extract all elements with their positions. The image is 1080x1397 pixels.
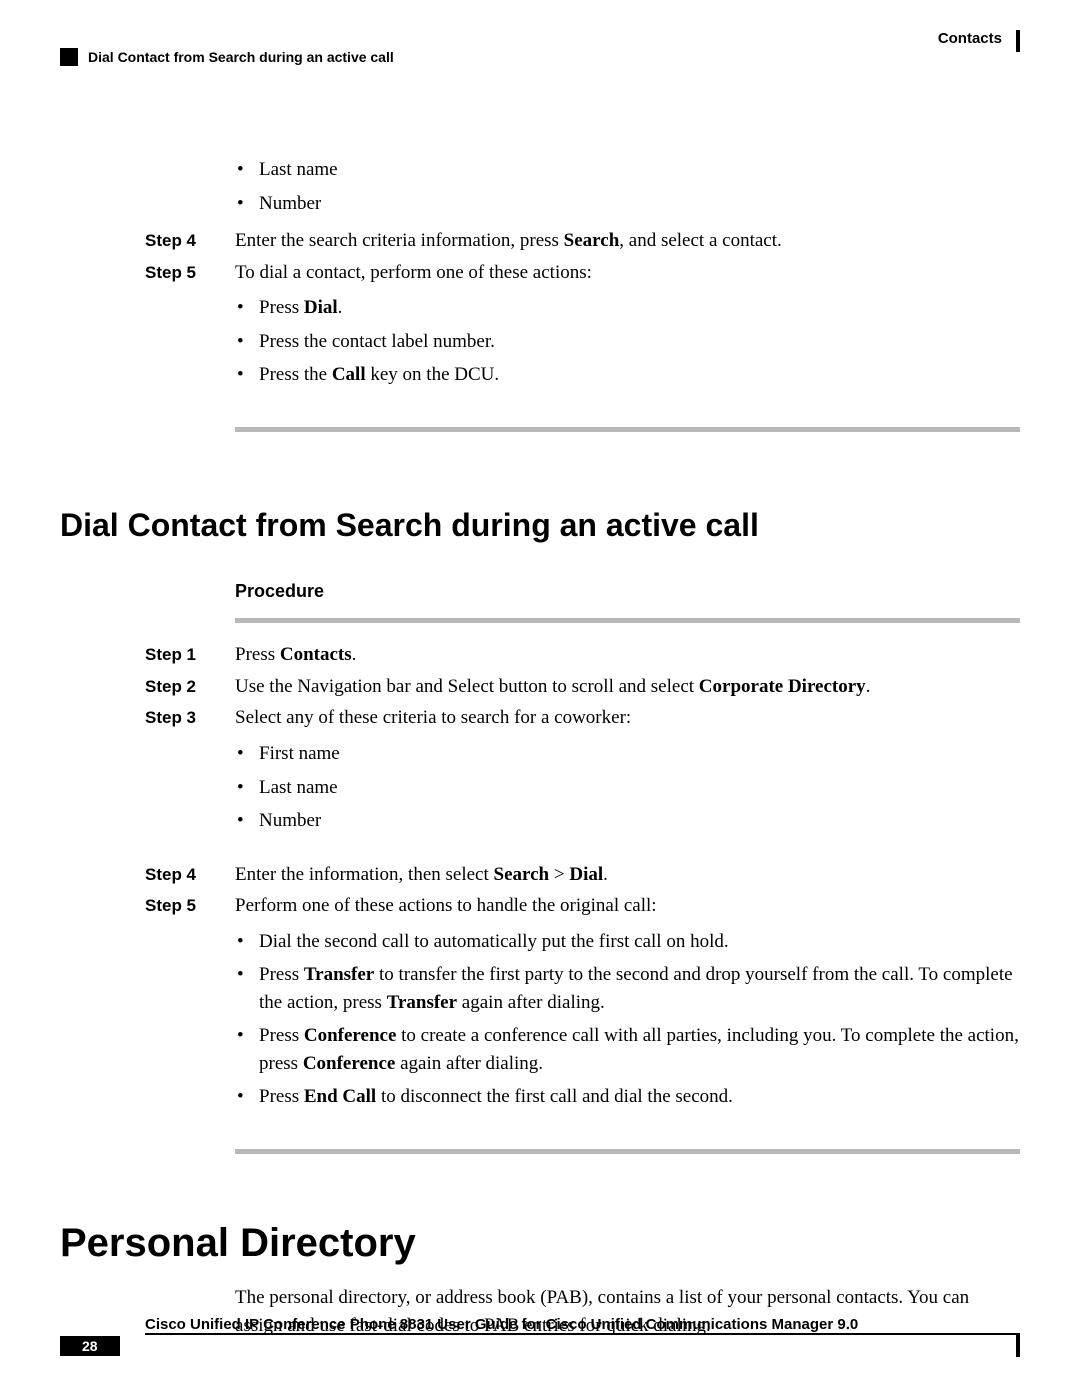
divider bbox=[235, 427, 1020, 432]
list-item: Press Dial. bbox=[235, 294, 1020, 322]
text: Press bbox=[259, 1025, 304, 1046]
text: key on the DCU. bbox=[366, 364, 500, 385]
step-row: Step 5 To dial a contact, perform one of… bbox=[145, 259, 1020, 399]
bold-text: End Call bbox=[304, 1086, 376, 1107]
bold-text: Dial bbox=[569, 864, 603, 885]
bold-text: Contacts bbox=[280, 644, 352, 665]
step-body: Select any of these criteria to search f… bbox=[235, 704, 1020, 844]
divider bbox=[235, 618, 1020, 623]
footer-bar-icon bbox=[1016, 1335, 1020, 1357]
h1-heading: Personal Directory bbox=[60, 1214, 1020, 1272]
step-body: Enter the information, then select Searc… bbox=[235, 861, 1020, 889]
step-row: Step 2 Use the Navigation bar and Select… bbox=[145, 673, 1020, 701]
content-area: Last name Number Step 4 Enter the search… bbox=[145, 156, 1020, 1339]
step-label: Step 1 bbox=[145, 641, 235, 669]
running-header-right: Contacts bbox=[938, 30, 1020, 52]
bold-text: Search bbox=[494, 864, 550, 885]
step-row: Step 5 Perform one of these actions to h… bbox=[145, 892, 1020, 1121]
bold-text: Corporate Directory bbox=[699, 676, 866, 697]
text: Press bbox=[235, 644, 280, 665]
running-header-left: Dial Contact from Search during an activ… bbox=[60, 48, 394, 66]
step5-bullets: Press Dial. Press the contact label numb… bbox=[235, 294, 1020, 389]
footer-row: 28 bbox=[60, 1335, 1020, 1357]
list-item: Last name bbox=[235, 156, 1020, 184]
text: Press bbox=[259, 964, 304, 985]
bold-text: Transfer bbox=[387, 992, 457, 1013]
step-label: Step 4 bbox=[145, 227, 235, 255]
header-bar-icon bbox=[1016, 30, 1020, 52]
step-label: Step 5 bbox=[145, 259, 235, 399]
step-row: Step 1 Press Contacts. bbox=[145, 641, 1020, 669]
text: again after dialing. bbox=[395, 1053, 543, 1074]
step-label: Step 4 bbox=[145, 861, 235, 889]
step-body: Perform one of these actions to handle t… bbox=[235, 892, 1020, 1121]
page-number: 28 bbox=[60, 1336, 120, 1356]
text: . bbox=[603, 864, 608, 885]
list-item: Number bbox=[235, 190, 1020, 218]
bold-text: Call bbox=[332, 364, 366, 385]
top-continuation: Last name Number bbox=[235, 156, 1020, 217]
breadcrumb: Contacts bbox=[938, 30, 1002, 47]
step-body: Enter the search criteria information, p… bbox=[235, 227, 1020, 255]
text: Press bbox=[259, 1086, 304, 1107]
step-label: Step 5 bbox=[145, 892, 235, 1121]
list-item: Number bbox=[235, 807, 1020, 835]
text: . bbox=[338, 297, 343, 318]
page-header: Dial Contact from Search during an activ… bbox=[60, 30, 1020, 66]
list-item: First name bbox=[235, 740, 1020, 768]
footer-doc-title: Cisco Unified IP Conference Phone 8831 U… bbox=[145, 1316, 1020, 1333]
list-item: Last name bbox=[235, 774, 1020, 802]
text: Use the Navigation bar and Select button… bbox=[235, 676, 699, 697]
step-label: Step 3 bbox=[145, 704, 235, 844]
running-title: Dial Contact from Search during an activ… bbox=[88, 49, 394, 65]
text: to disconnect the first call and dial th… bbox=[376, 1086, 733, 1107]
bold-text: Transfer bbox=[304, 964, 374, 985]
list-item: Press Conference to create a conference … bbox=[235, 1022, 1020, 1077]
step-row: Step 4 Enter the information, then selec… bbox=[145, 861, 1020, 889]
bold-text: Conference bbox=[304, 1025, 397, 1046]
top-steps: Step 4 Enter the search criteria informa… bbox=[145, 227, 1020, 399]
divider bbox=[235, 1149, 1020, 1154]
step5-bullets: Dial the second call to automatically pu… bbox=[235, 928, 1020, 1111]
text: . bbox=[866, 676, 871, 697]
list-item: Press the contact label number. bbox=[235, 328, 1020, 356]
text: Enter the search criteria information, p… bbox=[235, 230, 564, 251]
procedure-label: Procedure bbox=[235, 578, 1020, 604]
header-marker-icon bbox=[60, 48, 78, 66]
page: Dial Contact from Search during an activ… bbox=[0, 0, 1080, 1397]
text: Select any of these criteria to search f… bbox=[235, 707, 631, 728]
step-body: Use the Navigation bar and Select button… bbox=[235, 673, 1020, 701]
bold-text: Dial bbox=[304, 297, 338, 318]
step-row: Step 4 Enter the search criteria informa… bbox=[145, 227, 1020, 255]
text: Perform one of these actions to handle t… bbox=[235, 895, 657, 916]
text: . bbox=[352, 644, 357, 665]
step-label: Step 2 bbox=[145, 673, 235, 701]
text: Enter the information, then select bbox=[235, 864, 494, 885]
section-heading: Dial Contact from Search during an activ… bbox=[60, 502, 1020, 548]
text: Press bbox=[259, 297, 304, 318]
list-item: Press End Call to disconnect the first c… bbox=[235, 1083, 1020, 1111]
text: , and select a contact. bbox=[619, 230, 781, 251]
step3-bullets: First name Last name Number bbox=[235, 740, 1020, 835]
page-footer: Cisco Unified IP Conference Phone 8831 U… bbox=[60, 1312, 1020, 1357]
section2-steps: Step 1 Press Contacts. Step 2 Use the Na… bbox=[145, 641, 1020, 1121]
text: again after dialing. bbox=[457, 992, 605, 1013]
step-body: Press Contacts. bbox=[235, 641, 1020, 669]
step-row: Step 3 Select any of these criteria to s… bbox=[145, 704, 1020, 844]
top-bullets: Last name Number bbox=[235, 156, 1020, 217]
text: Press the bbox=[259, 364, 332, 385]
list-item: Press the Call key on the DCU. bbox=[235, 361, 1020, 389]
text: To dial a contact, perform one of these … bbox=[235, 262, 592, 283]
bold-text: Search bbox=[564, 230, 620, 251]
text: > bbox=[549, 864, 569, 885]
list-item: Press Transfer to transfer the first par… bbox=[235, 961, 1020, 1016]
list-item: Dial the second call to automatically pu… bbox=[235, 928, 1020, 956]
step-body: To dial a contact, perform one of these … bbox=[235, 259, 1020, 399]
bold-text: Conference bbox=[303, 1053, 396, 1074]
